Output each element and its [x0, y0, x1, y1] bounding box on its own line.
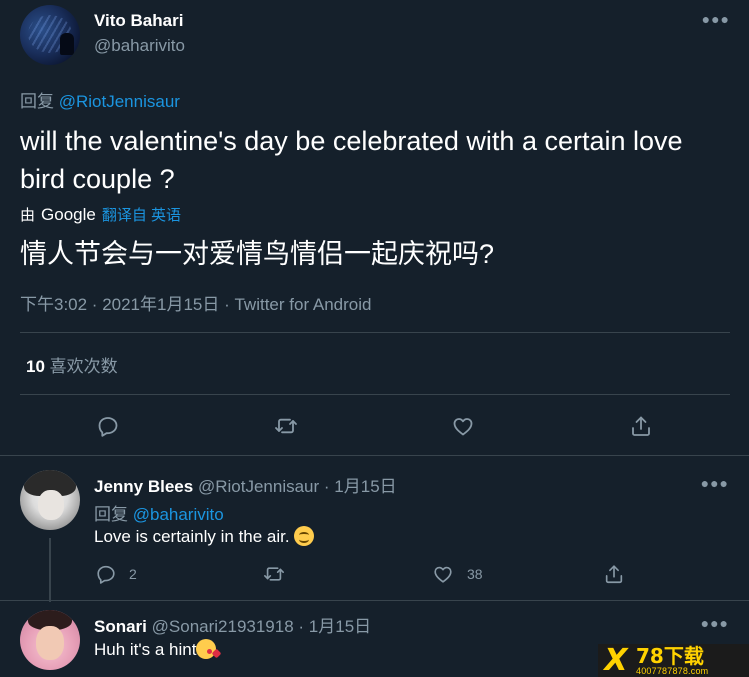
reply-icon[interactable]: [94, 412, 122, 440]
divider: [0, 600, 749, 601]
divider: [0, 455, 749, 456]
watermark-title: 78下载: [636, 644, 704, 668]
translated-by-label: 由: [20, 207, 36, 224]
reply-author-handle[interactable]: @Sonari21931918: [152, 617, 294, 636]
translated-from-link[interactable]: 翻译自 英语: [102, 204, 181, 225]
tweet-text: will the valentine's day be celebrated w…: [20, 126, 683, 194]
smiling-face-emoji: [294, 526, 315, 546]
reply-author-name[interactable]: Jenny Blees: [94, 477, 193, 496]
likes-label: 喜欢次数: [49, 357, 118, 376]
google-logo: Google: [41, 204, 96, 224]
thread-connector: [49, 538, 51, 602]
divider: [20, 394, 730, 395]
replying-to-link[interactable]: @RiotJennisaur: [59, 92, 180, 111]
replying-to-link[interactable]: @baharivito: [133, 505, 224, 524]
reply-header: Jenny Blees @RiotJennisaur · 1月15日: [94, 472, 397, 497]
reply-author-handle[interactable]: @RiotJennisaur: [198, 477, 319, 496]
reply-text-content: Huh it's a hint: [94, 640, 197, 659]
share-icon[interactable]: [600, 560, 628, 588]
reply-author-name[interactable]: Sonari: [94, 617, 147, 636]
reply-date[interactable]: · 1月15日: [324, 477, 397, 496]
replying-label: 回复: [94, 505, 128, 524]
likes-count: 10: [26, 357, 45, 376]
more-options-icon[interactable]: ●●●: [702, 12, 730, 26]
avatar[interactable]: [20, 5, 80, 65]
reply-text: Love is certainly in the air.: [94, 526, 315, 547]
divider: [20, 332, 730, 333]
replying-to-line: 回复 @baharivito: [94, 500, 224, 525]
translation-attribution: 由 Google 翻译自 英语: [20, 204, 181, 225]
like-count: 38: [467, 566, 483, 582]
replying-label: 回复: [20, 92, 54, 111]
watermark-logo: X 78下载 4007787878.com: [598, 644, 749, 677]
share-icon[interactable]: [627, 412, 655, 440]
reply-text: Huh it's a hint: [94, 639, 217, 660]
more-options-icon[interactable]: ●●●: [701, 476, 729, 490]
reply-text-content: Love is certainly in the air.: [94, 527, 290, 546]
reply-date[interactable]: · 1月15日: [298, 617, 371, 636]
face-blowing-kiss-emoji: [196, 639, 217, 659]
watermark-url: 4007787878.com: [636, 665, 709, 676]
reply-count: 2: [129, 566, 137, 582]
watermark-x-mark: X: [604, 644, 628, 677]
more-options-icon[interactable]: ●●●: [701, 616, 729, 630]
author-name[interactable]: Vito Bahari: [94, 11, 183, 31]
like-icon[interactable]: [449, 412, 477, 440]
reply-icon[interactable]: [92, 560, 120, 588]
translated-text: 情人节会与一对爱情鸟情侣一起庆祝吗?: [20, 239, 495, 269]
tweet-timestamp[interactable]: 下午3:02 · 2021年1月15日 · Twitter for Androi…: [20, 290, 372, 315]
retweet-icon[interactable]: [260, 560, 288, 588]
likes-stat[interactable]: 10 喜欢次数: [26, 352, 118, 377]
author-handle[interactable]: @baharivito: [94, 36, 185, 56]
retweet-icon[interactable]: [272, 412, 300, 440]
replying-to-line: 回复 @RiotJennisaur: [20, 87, 180, 112]
like-icon[interactable]: [429, 560, 457, 588]
avatar[interactable]: [20, 470, 80, 530]
reply-header: Sonari @Sonari21931918 · 1月15日: [94, 612, 371, 637]
avatar[interactable]: [20, 610, 80, 670]
